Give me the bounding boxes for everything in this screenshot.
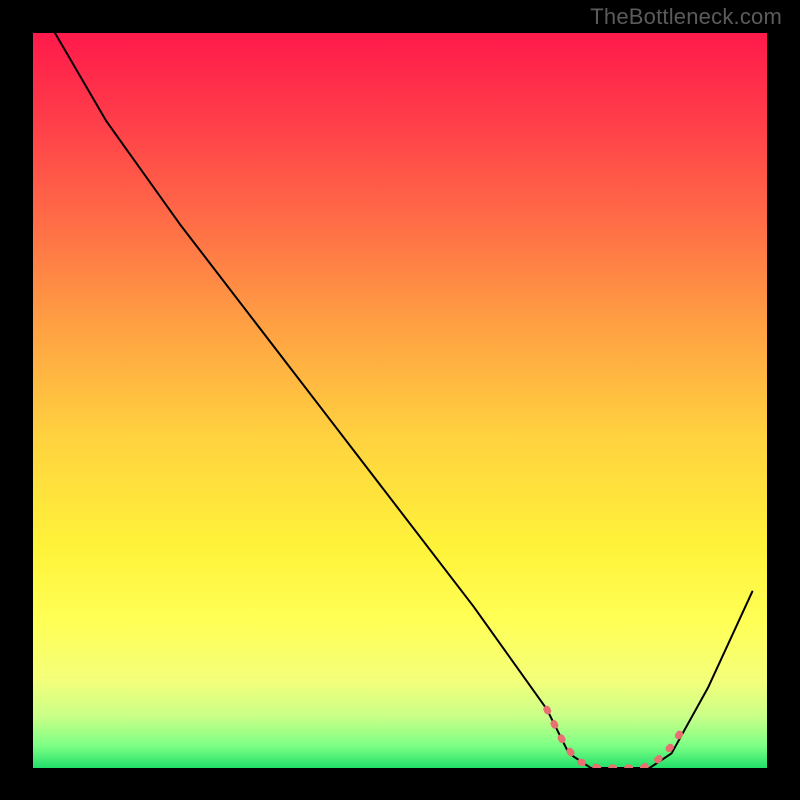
chart-container: TheBottleneck.com — [0, 0, 800, 800]
watermark-text: TheBottleneck.com — [590, 4, 782, 30]
gradient-background — [33, 33, 767, 768]
bottleneck-chart — [0, 0, 800, 800]
